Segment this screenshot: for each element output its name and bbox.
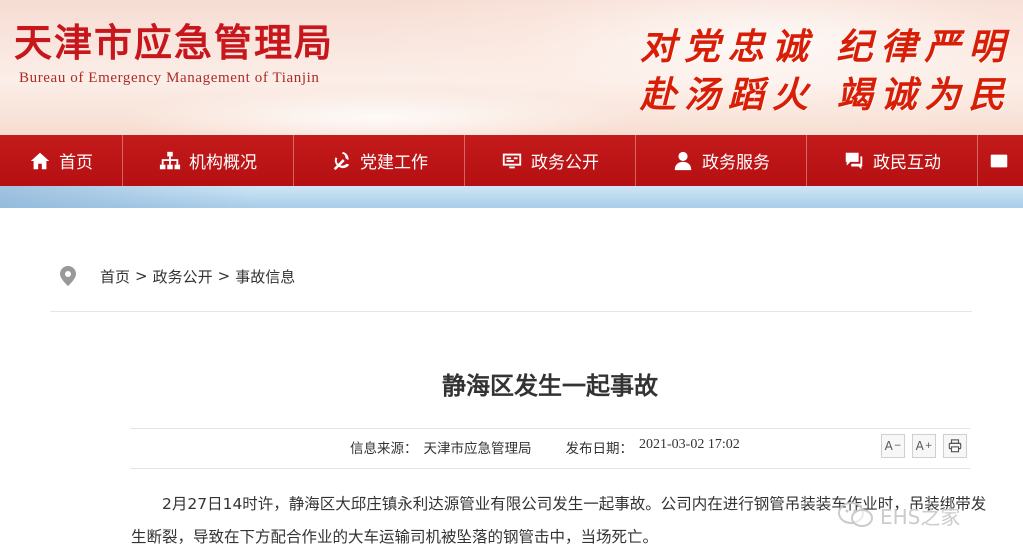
chat-icon (845, 152, 863, 169)
site-subtitle: Bureau of Emergency Management of Tianji… (19, 70, 320, 86)
meta-divider-bottom (130, 468, 970, 469)
font-decrease-label: A (884, 439, 893, 453)
slogan-line-2: 赴汤蹈火 竭诚为民 (640, 74, 1013, 116)
meta-divider-top (130, 428, 970, 429)
nav-item-label: 党建工作 (360, 153, 428, 173)
watermark-text: EHS之家 (880, 504, 961, 529)
source-value: 天津市应急管理局 (423, 441, 532, 457)
font-increase-label: A (915, 439, 924, 453)
site-header: 天津市应急管理局 Bureau of Emergency Management … (0, 0, 1023, 135)
article-tools: A − A + (881, 434, 967, 458)
nav-item-more[interactable] (978, 135, 1023, 186)
print-icon (948, 439, 962, 453)
party-emblem-icon (333, 151, 350, 170)
home-icon (30, 152, 50, 169)
date-value: 2021-03-02 17:02 (639, 437, 740, 452)
more-icon (990, 154, 1008, 167)
breadcrumb-separator: > (135, 267, 148, 285)
nav-item-label: 政民互动 (873, 153, 941, 173)
nav-item-party-building[interactable]: 党建工作 (294, 135, 465, 186)
font-decrease-button[interactable]: A − (881, 434, 905, 458)
breadcrumb: 首页 > 政务公开 > 事故信息 (58, 264, 295, 288)
location-pin-icon (60, 266, 76, 286)
nav-item-organization[interactable]: 机构概况 (123, 135, 294, 186)
wechat-icon (838, 502, 873, 527)
font-increase-button[interactable]: A + (912, 434, 936, 458)
nav-item-government-affairs[interactable]: 政务公开 (465, 135, 636, 186)
watermark: EHS之家 (836, 500, 960, 530)
nav-item-label: 首页 (59, 153, 93, 173)
article-title: 静海区发生一起事故 (442, 372, 658, 400)
font-increase-sign: + (924, 441, 933, 451)
nav-item-government-services[interactable]: 政务服务 (636, 135, 807, 186)
breadcrumb-item-home[interactable]: 首页 (100, 266, 130, 287)
nav-item-label: 政务公开 (531, 153, 599, 173)
nav-item-label: 机构概况 (189, 153, 257, 173)
nav-bottom-band-shade (0, 186, 260, 208)
print-button[interactable] (943, 434, 967, 458)
person-icon (674, 151, 692, 170)
source-label: 信息来源： (350, 441, 418, 457)
breadcrumb-separator: > (217, 267, 231, 285)
monitor-icon (502, 153, 522, 168)
org-chart-icon (159, 151, 181, 169)
font-decrease-sign: − (893, 441, 902, 451)
date-label: 发布日期： (565, 441, 634, 457)
slogan-line-1: 对党忠诚 纪律严明 (640, 26, 1013, 68)
breadcrumb-item-government-affairs[interactable]: 政务公开 (153, 266, 213, 287)
breadcrumb-item-accident-info[interactable]: 事故信息 (235, 266, 295, 287)
breadcrumb-divider (50, 311, 972, 312)
nav-item-public-interaction[interactable]: 政民互动 (807, 135, 978, 186)
nav-item-label: 政务服务 (702, 153, 770, 173)
nav-item-home[interactable]: 首页 (0, 135, 123, 186)
main-nav: 首页 机构概况 党建工作 政务公开 政务服务 政民互动 (0, 135, 1023, 186)
article-meta: 信息来源： 天津市应急管理局 发布日期： 2021-03-02 17:02 (350, 437, 740, 457)
site-title[interactable]: 天津市应急管理局 (14, 12, 334, 67)
